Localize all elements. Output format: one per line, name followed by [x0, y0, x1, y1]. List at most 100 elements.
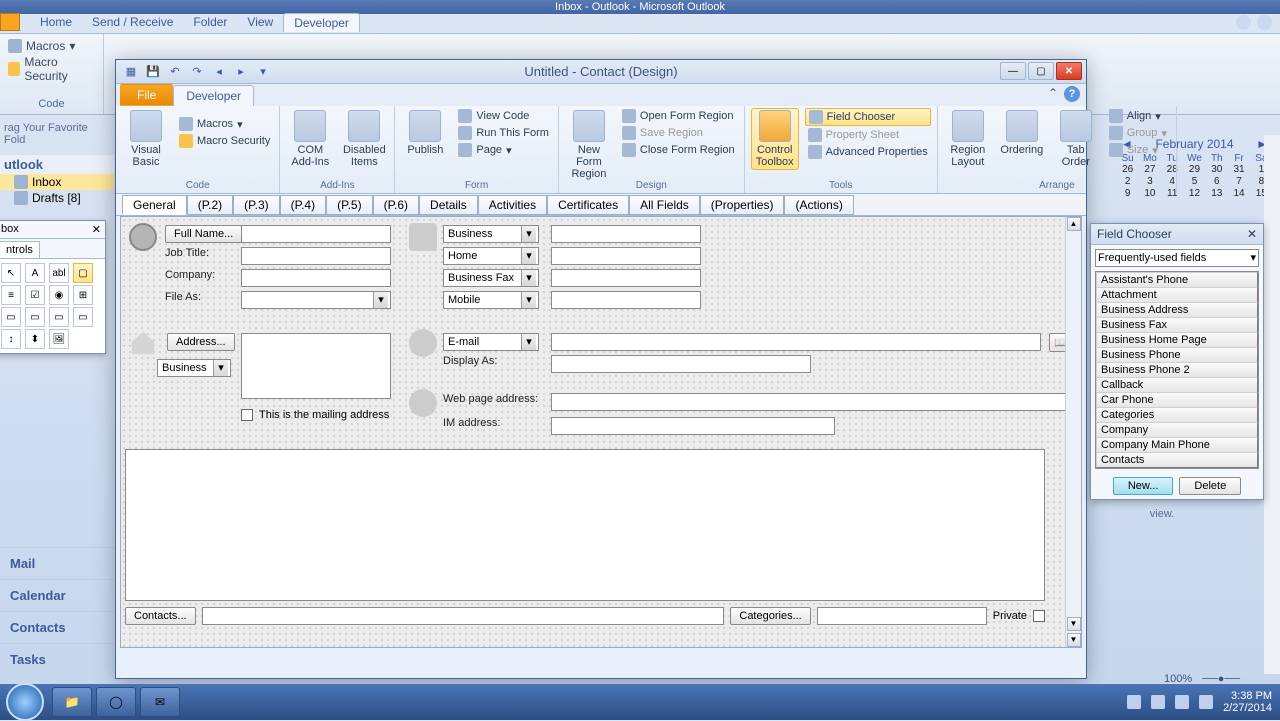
nav-inbox[interactable]: Inbox [0, 174, 114, 190]
email-type-dropdown[interactable]: E-mail [443, 333, 539, 351]
minimize-button[interactable]: — [1000, 62, 1026, 80]
new-form-region-button[interactable]: New Form Region [565, 108, 613, 180]
field-item[interactable]: Business Fax [1096, 317, 1258, 333]
listbox-tool-icon[interactable]: ≡ [1, 285, 21, 305]
phone1-input[interactable] [551, 225, 701, 243]
form-page-tab[interactable]: (P.6) [373, 195, 419, 215]
command-tool-icon[interactable]: ▭ [25, 307, 45, 327]
contacts-input[interactable] [202, 607, 725, 625]
design-tab-developer[interactable]: Developer [173, 85, 254, 106]
mailing-address-checkbox[interactable] [241, 409, 253, 421]
field-chooser-close-icon[interactable]: ✕ [1247, 227, 1257, 241]
ordering-button[interactable]: Ordering [998, 108, 1046, 156]
phone3-type-dropdown[interactable]: Business Fax [443, 269, 539, 287]
form-page-tab[interactable]: (P.5) [326, 195, 372, 215]
field-item[interactable]: Business Address [1096, 302, 1258, 318]
explorer-taskbar-icon[interactable]: 📁 [52, 687, 92, 717]
field-item[interactable]: Business Phone 2 [1096, 362, 1258, 378]
multipage-tool-icon[interactable]: ▭ [73, 307, 93, 327]
save-region-button[interactable]: Save Region [619, 125, 738, 141]
cal-day[interactable]: 29 [1184, 164, 1205, 175]
address-button[interactable]: Address... [167, 333, 235, 351]
scrollbar-tool-icon[interactable]: ↕ [1, 329, 21, 349]
tab-order-button[interactable]: Tab Order [1052, 108, 1100, 168]
nav-contacts[interactable]: Contacts [0, 611, 114, 643]
page-dropdown[interactable]: Page ▾ [455, 142, 552, 158]
macro-security-button[interactable]: Macro Security [8, 54, 95, 84]
form-page-tab[interactable]: (Actions) [784, 195, 853, 215]
combobox-tool-icon[interactable]: ▢ [73, 263, 93, 283]
start-button[interactable] [6, 683, 44, 721]
scroll-up-icon[interactable]: ▲ [1067, 217, 1081, 231]
image-tool-icon[interactable]: 🖼 [49, 329, 69, 349]
cal-day[interactable]: 14 [1228, 188, 1249, 199]
qat-prev-icon[interactable]: ◂ [210, 63, 228, 81]
phone3-input[interactable] [551, 269, 701, 287]
field-item[interactable]: Attachment [1096, 287, 1258, 303]
tabstrip-tool-icon[interactable]: ▭ [49, 307, 69, 327]
macros-button[interactable]: Macros ▾ [176, 116, 273, 132]
company-input[interactable] [241, 269, 391, 287]
controls-toolbox[interactable]: box✕ ntrols ↖ A abl ▢ ≡ ☑ ◉ ⊞ ▭ ▭ ▭ ▭ ↕ … [0, 220, 106, 354]
field-item[interactable]: Contacts [1096, 452, 1258, 468]
field-item[interactable]: Callback [1096, 377, 1258, 393]
field-chooser-window[interactable]: Field Chooser✕ Frequently-used fields As… [1090, 223, 1264, 500]
cal-day[interactable]: 6 [1206, 176, 1227, 187]
chrome-taskbar-icon[interactable]: ◯ [96, 687, 136, 717]
contacts-button[interactable]: Contacts... [125, 607, 196, 625]
disabled-items-button[interactable]: Disabled Items [340, 108, 388, 168]
close-button[interactable]: ✕ [1056, 62, 1082, 80]
macros-dropdown[interactable]: Macros ▾ [8, 38, 95, 54]
checkbox-tool-icon[interactable]: ☑ [25, 285, 45, 305]
textbox-tool-icon[interactable]: abl [49, 263, 69, 283]
nav-mail[interactable]: Mail [0, 547, 114, 579]
control-toolbox-button[interactable]: Control Toolbox [751, 108, 799, 170]
tab-view[interactable]: View [237, 13, 283, 32]
private-checkbox[interactable] [1033, 610, 1045, 622]
cal-day[interactable]: 5 [1184, 176, 1205, 187]
field-list[interactable]: Assistant's PhoneAttachmentBusiness Addr… [1095, 271, 1259, 469]
frame-tool-icon[interactable]: ▭ [1, 307, 21, 327]
phone2-type-dropdown[interactable]: Home [443, 247, 539, 265]
save-icon[interactable]: 💾 [144, 63, 162, 81]
address-type-dropdown[interactable]: Business [157, 359, 231, 377]
group-dropdown[interactable]: Group ▾ [1106, 125, 1170, 141]
redo-icon[interactable]: ↷ [188, 63, 206, 81]
tab-send-receive[interactable]: Send / Receive [82, 13, 183, 32]
run-form-button[interactable]: Run This Form [455, 125, 552, 141]
label-tool-icon[interactable]: A [25, 263, 45, 283]
option-tool-icon[interactable]: ◉ [49, 285, 69, 305]
contact-photo-icon[interactable] [129, 223, 157, 251]
nav-calendar[interactable]: Calendar [0, 579, 114, 611]
form-design-canvas[interactable]: Full Name... Job Title: Company: File As… [121, 217, 1065, 647]
cal-day[interactable]: 13 [1206, 188, 1227, 199]
tray-battery-icon[interactable] [1199, 695, 1213, 709]
email-input[interactable] [551, 333, 1041, 351]
field-item[interactable]: Company [1096, 422, 1258, 438]
tab-folder[interactable]: Folder [183, 13, 237, 32]
tab-home[interactable]: Home [30, 13, 82, 32]
form-page-tab[interactable]: (P.2) [187, 195, 233, 215]
phone1-type-dropdown[interactable]: Business [443, 225, 539, 243]
field-item[interactable]: Business Phone [1096, 347, 1258, 363]
collapse-ribbon-icon[interactable]: ⌃ [1048, 86, 1058, 102]
form-page-tab[interactable]: (P.4) [280, 195, 326, 215]
right-scrollbar[interactable] [1264, 135, 1280, 674]
delete-field-button[interactable]: Delete [1179, 477, 1241, 495]
display-as-input[interactable] [551, 355, 811, 373]
field-item[interactable]: Assistant's Phone [1096, 272, 1258, 288]
full-name-button[interactable]: Full Name... [165, 225, 242, 243]
file-as-dropdown[interactable] [241, 291, 391, 309]
scroll-down-icon[interactable]: ▼ [1067, 617, 1081, 631]
form-page-tab[interactable]: Certificates [547, 195, 629, 215]
form-page-tab[interactable]: (P.3) [233, 195, 279, 215]
toggle-tool-icon[interactable]: ⊞ [73, 285, 93, 305]
scroll-down2-icon[interactable]: ▼ [1067, 633, 1081, 647]
help-icon[interactable] [1257, 15, 1272, 30]
close-form-region-button[interactable]: Close Form Region [619, 142, 738, 158]
tray-volume-icon[interactable] [1175, 695, 1189, 709]
field-item[interactable]: Categories [1096, 407, 1258, 423]
nav-tasks[interactable]: Tasks [0, 643, 114, 675]
form-page-tab[interactable]: All Fields [629, 195, 700, 215]
macro-security-button[interactable]: Macro Security [176, 133, 273, 149]
